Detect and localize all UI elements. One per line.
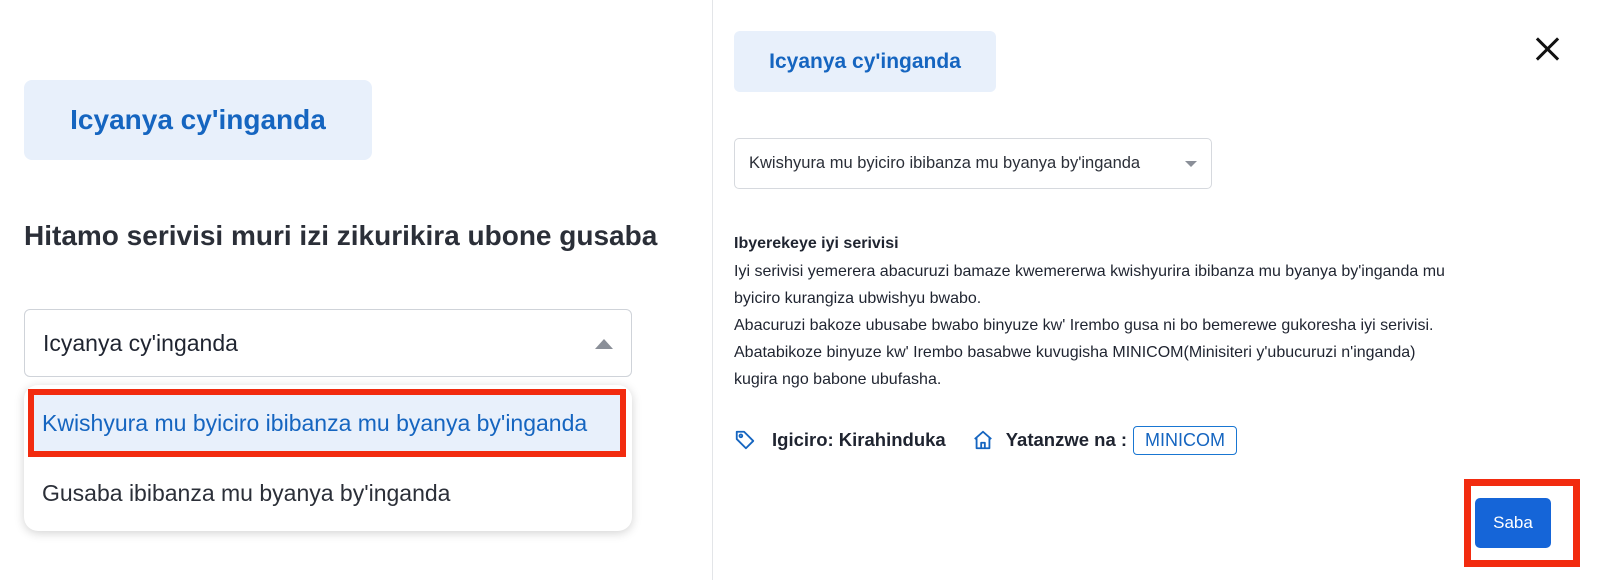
provider-badge: MINICOM — [1133, 425, 1238, 455]
submit-button[interactable]: Saba — [1475, 498, 1551, 548]
about-service-description: Iyi serivisi yemerera abacuruzi bamaze k… — [734, 258, 1534, 393]
service-picker-panel: Icyanya cy'inganda Hitamo serivisi muri … — [0, 0, 712, 580]
chevron-down-icon — [1185, 161, 1197, 167]
category-select[interactable]: Icyanya cy'inganda — [24, 309, 632, 377]
service-option-plot-application[interactable]: Gusaba ibibanza mu byanya by'inganda — [42, 469, 450, 517]
close-icon[interactable] — [1534, 36, 1560, 62]
service-dropdown-menu: Kwishyura mu byiciro ibibanza mu byanya … — [24, 385, 632, 531]
description-line: Abacuruzi bakoze ubusabe bwabo binyuze k… — [734, 317, 1434, 334]
description-line: byiciro kurangiza ubwishyu bwabo. — [734, 290, 982, 307]
page-heading: Hitamo serivisi muri izi zikurikira ubon… — [24, 220, 658, 251]
service-select-value: Kwishyura mu byiciro ibibanza mu byanya … — [749, 154, 1141, 172]
about-service-title: Ibyerekeye iyi serivisi — [734, 235, 899, 252]
description-line: Abatabikoze binyuze kw' Irembo basabwe k… — [734, 344, 1416, 361]
service-select[interactable]: Kwishyura mu byiciro ibibanza mu byanya … — [734, 138, 1212, 189]
annotation-highlight-box — [28, 389, 626, 457]
institution-icon — [972, 429, 994, 451]
category-select-value: Icyanya cy'inganda — [43, 329, 238, 356]
category-badge: Icyanya cy'inganda — [24, 80, 372, 160]
chevron-up-icon — [595, 339, 613, 349]
description-line: Iyi serivisi yemerera abacuruzi bamaze k… — [734, 263, 1445, 280]
provider-label: Yatanzwe na : — [1005, 429, 1128, 450]
category-badge: Icyanya cy'inganda — [734, 31, 996, 92]
description-line: kugira ngo babone ubufasha. — [734, 371, 942, 388]
tag-icon — [734, 429, 756, 451]
service-meta: Igiciro: Kirahinduka Yatanzwe na : MINIC… — [734, 425, 1238, 455]
service-detail-panel: Icyanya cy'inganda Kwishyura mu byiciro … — [712, 0, 1600, 580]
price-label: Igiciro: Kirahinduka — [772, 429, 946, 450]
